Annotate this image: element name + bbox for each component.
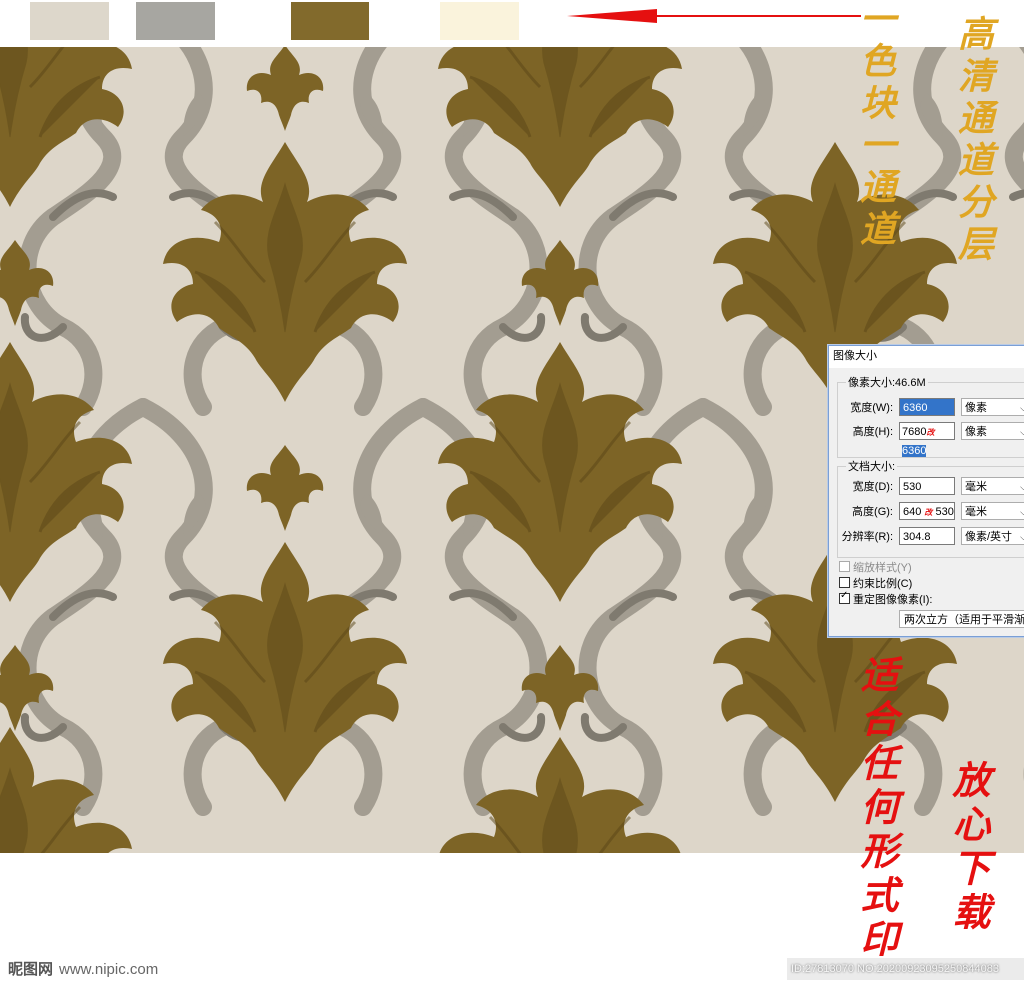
color-swatch-gray bbox=[136, 2, 215, 40]
constrain-label: 约束比例(C) bbox=[853, 578, 913, 590]
checkbox-icon bbox=[839, 561, 850, 572]
checkbox-icon bbox=[839, 577, 850, 588]
note-suitable-print: 适合任何形式印 bbox=[854, 655, 899, 963]
scale-styles-label: 缩放样式(Y) bbox=[853, 562, 912, 574]
doc-height-label: 高度(G): bbox=[852, 506, 893, 518]
height-label: 高度(H): bbox=[852, 426, 893, 438]
doc-width-unit-value: 毫米 bbox=[965, 481, 987, 493]
width-unit-select[interactable]: 像素 ⌵ bbox=[961, 398, 1024, 416]
note-hd-channel: 高清通道分层 bbox=[952, 15, 994, 267]
chevron-down-icon: ⌵ bbox=[1020, 427, 1024, 437]
doc-height-unit-select[interactable]: 毫米 ⌵ bbox=[961, 502, 1024, 520]
chevron-down-icon: ⌵ bbox=[1020, 482, 1024, 492]
width-unit-value: 像素 bbox=[965, 402, 987, 414]
doc-width-unit-select[interactable]: 毫米 ⌵ bbox=[961, 477, 1024, 495]
width-label: 宽度(W): bbox=[850, 402, 893, 414]
resolution-unit-value: 像素/英寸 bbox=[965, 531, 1013, 543]
doc-height-old-value: 640 bbox=[903, 506, 922, 518]
color-swatch-beige bbox=[30, 2, 109, 40]
document-size-label: 文档大小: bbox=[848, 461, 896, 473]
chevron-down-icon: ⌵ bbox=[1020, 532, 1024, 542]
resolution-unit-select[interactable]: 像素/英寸 ⌵ bbox=[961, 527, 1024, 545]
pixel-size-label: 像素大小:46.6M bbox=[848, 377, 926, 389]
color-swatch-gold bbox=[291, 2, 369, 40]
resample-label: 重定图像像素(I): bbox=[853, 594, 933, 606]
watermark-site: 昵图网 www.nipic.com bbox=[8, 958, 158, 979]
watermark-url: www.nipic.com bbox=[59, 961, 159, 978]
chevron-down-icon: ⌵ bbox=[1020, 507, 1024, 517]
scale-styles-checkbox[interactable]: 缩放样式(Y) bbox=[839, 559, 912, 575]
resolution-input[interactable]: 304.8 bbox=[899, 527, 955, 545]
chevron-down-icon: ⌵ bbox=[1020, 403, 1024, 413]
height-input[interactable]: 7680改 6360 bbox=[899, 422, 955, 457]
height-change-mark: 改 bbox=[926, 428, 935, 437]
constrain-proportions-checkbox[interactable]: 约束比例(C) bbox=[839, 575, 912, 591]
resample-method-select[interactable]: 两次立方（适用于平滑渐变 bbox=[899, 610, 1024, 628]
image-size-dialog: 图像大小 像素大小:46.6M 宽度(W): 6360 像素 ⌵ 高度(H): 7… bbox=[828, 345, 1024, 637]
doc-height-unit-value: 毫米 bbox=[965, 506, 987, 518]
color-swatch-cream bbox=[440, 2, 519, 40]
watermark-logo: 昵图网 bbox=[8, 961, 54, 978]
doc-width-input[interactable]: 530 bbox=[899, 477, 955, 495]
doc-height-change-mark: 改 bbox=[924, 508, 933, 517]
height-unit-value: 像素 bbox=[965, 426, 987, 438]
resolution-label: 分辨率(R): bbox=[841, 531, 893, 543]
checkbox-checked-icon bbox=[839, 590, 850, 604]
note-color-block: 一色块一通道 bbox=[854, 0, 896, 252]
doc-width-label: 宽度(D): bbox=[852, 481, 893, 493]
dialog-title: 图像大小 bbox=[829, 346, 1024, 368]
height-unit-select[interactable]: 像素 ⌵ bbox=[961, 422, 1024, 440]
note-download: 放心下载 bbox=[946, 760, 991, 936]
doc-height-new-value: 530 bbox=[935, 506, 954, 518]
width-input[interactable]: 6360 bbox=[899, 398, 955, 416]
watermark-id: ID:27813070 NO:20200923095250844083 bbox=[787, 958, 1024, 980]
height-old-value: 7680 bbox=[902, 426, 927, 438]
height-new-value: 6360 bbox=[902, 445, 927, 457]
doc-height-input[interactable]: 640 改 530 bbox=[899, 502, 955, 520]
red-arrow-icon bbox=[567, 9, 861, 23]
resample-checkbox[interactable]: 重定图像像素(I): bbox=[839, 590, 933, 607]
